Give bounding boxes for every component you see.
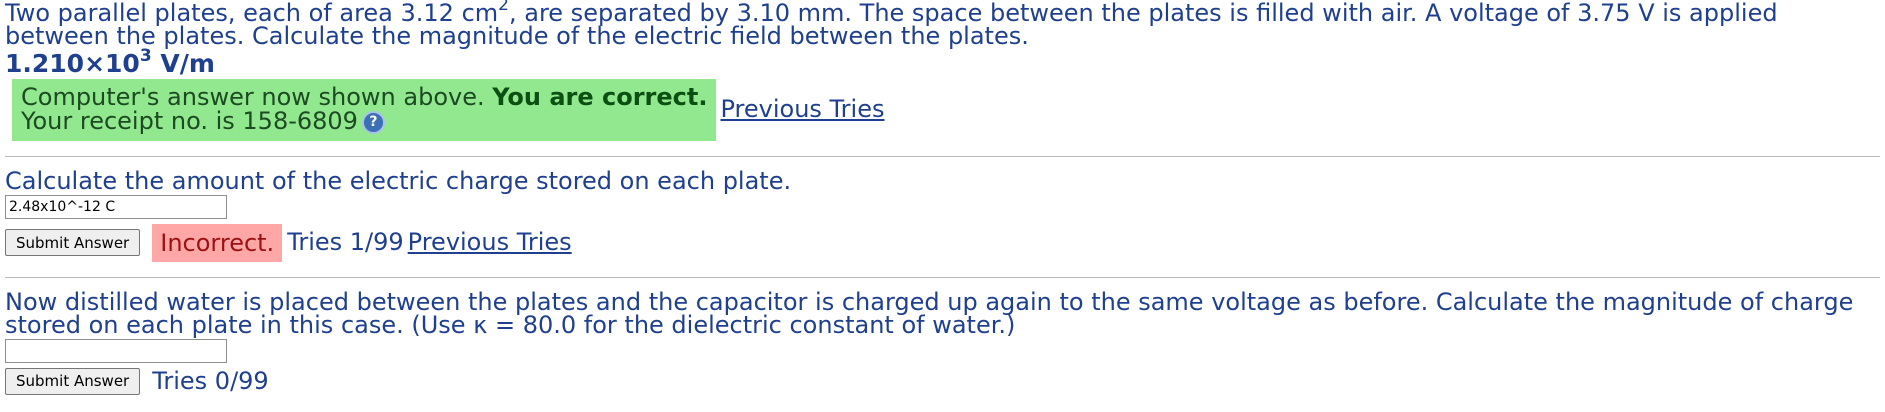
answer-input-part3[interactable]: [5, 338, 227, 363]
answer-mantissa: 1.210×10: [5, 49, 140, 78]
answer-input-part2[interactable]: [5, 194, 227, 219]
help-icon[interactable]: ?: [361, 110, 385, 134]
homework-page: Two parallel plates, each of area 3.12 c…: [0, 0, 1885, 395]
tries-counter-part3: Tries 0/99: [152, 366, 269, 395]
question-charge: Calculate the amount of the electric cha…: [5, 166, 792, 195]
previous-tries-link-part1[interactable]: Previous Tries: [720, 97, 884, 121]
computer-answer: 1.210×103 V/m: [5, 47, 1880, 78]
correct-feedback-box: Computer's answer now shown above. You a…: [12, 79, 717, 141]
correct-feedback-line: Computer's answer now shown above. You a…: [21, 85, 707, 109]
answer-unit: V/m: [151, 49, 215, 78]
section-divider-1: [5, 155, 1880, 157]
answer-exponent: 3: [139, 45, 152, 66]
tries-counter-part2: Tries 1/99: [287, 228, 404, 256]
receipt-line: Your receipt no. is 158-6809?: [21, 109, 707, 134]
submit-answer-button-part2[interactable]: Submit Answer: [5, 229, 141, 256]
receipt-text: Your receipt no. is 158-6809: [21, 107, 358, 135]
question-dielectric-charge: Now distilled water is placed between th…: [5, 287, 1854, 339]
incorrect-feedback-badge: Incorrect.: [152, 223, 283, 262]
feedback-row-part1: Computer's answer now shown above. You a…: [5, 79, 1880, 141]
section-divider-2: [5, 276, 1880, 278]
submit-answer-button-part3[interactable]: Submit Answer: [5, 367, 141, 395]
previous-tries-link-part2[interactable]: Previous Tries: [408, 230, 572, 254]
question-superscript: 2: [498, 0, 509, 15]
submit-row-part3: Submit Answer Tries 0/99: [5, 366, 1880, 395]
submit-row-part2: Submit Answer Incorrect. Tries 1/99 Prev…: [5, 223, 1880, 262]
question-electric-field: Two parallel plates, each of area 3.12 c…: [5, 0, 1880, 48]
feedback-correct-text: You are correct.: [492, 83, 708, 111]
